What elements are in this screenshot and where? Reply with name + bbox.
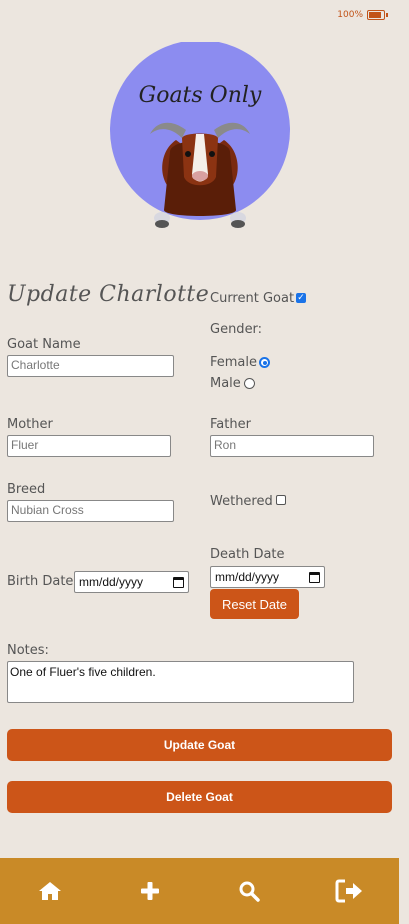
current-goat-label: Current Goat	[210, 291, 295, 306]
nav-logout[interactable]	[329, 871, 369, 911]
status-bar: 100%	[337, 10, 388, 20]
death-date-input[interactable]: mm/dd/yyyy	[210, 566, 325, 588]
death-date-value: mm/dd/yyyy	[215, 570, 280, 584]
notes-label: Notes:	[7, 643, 49, 658]
male-radio[interactable]	[244, 378, 255, 389]
bottom-nav	[0, 858, 399, 924]
current-goat-checkbox[interactable]: ✓	[296, 293, 306, 303]
breed-input[interactable]: Nubian Cross	[7, 500, 174, 522]
father-label: Father	[210, 417, 251, 432]
reset-date-button[interactable]: Reset Date	[210, 589, 299, 619]
goats-only-logo: Goats Only	[110, 42, 290, 228]
page-title: Update Charlotte	[7, 282, 210, 307]
father-input[interactable]: Ron	[210, 435, 374, 457]
home-icon	[38, 882, 61, 900]
death-date-label: Death Date	[210, 547, 285, 562]
calendar-icon[interactable]	[173, 576, 184, 588]
mother-label: Mother	[7, 417, 53, 432]
female-label: Female	[210, 355, 258, 370]
goat-name-input[interactable]: Charlotte	[7, 355, 174, 377]
logo-text: Goats Only	[139, 83, 262, 108]
nav-add[interactable]	[130, 871, 170, 911]
nav-search[interactable]	[229, 871, 269, 911]
calendar-icon[interactable]	[309, 571, 320, 583]
battery-percent: 100%	[337, 10, 363, 20]
delete-goat-button[interactable]: Delete Goat	[7, 781, 392, 813]
update-goat-button[interactable]: Update Goat	[7, 729, 392, 761]
notes-textarea[interactable]: One of Fluer's five children.	[7, 661, 354, 703]
birth-date-input[interactable]: mm/dd/yyyy	[74, 571, 189, 593]
birth-date-label: Birth Date	[7, 574, 74, 589]
mother-input[interactable]: Fluer	[7, 435, 171, 457]
battery-icon	[367, 10, 388, 20]
search-icon	[239, 881, 261, 902]
plus-icon	[140, 882, 159, 900]
goat-name-label: Goat Name	[7, 337, 81, 352]
wethered-label: Wethered	[210, 494, 273, 509]
breed-label: Breed	[7, 482, 46, 497]
logout-icon	[335, 879, 363, 903]
female-radio[interactable]	[259, 357, 270, 368]
wethered-checkbox[interactable]	[276, 495, 286, 505]
male-label: Male	[210, 376, 241, 391]
nav-home[interactable]	[30, 871, 70, 911]
gender-label: Gender:	[210, 322, 263, 337]
birth-date-value: mm/dd/yyyy	[79, 575, 144, 589]
